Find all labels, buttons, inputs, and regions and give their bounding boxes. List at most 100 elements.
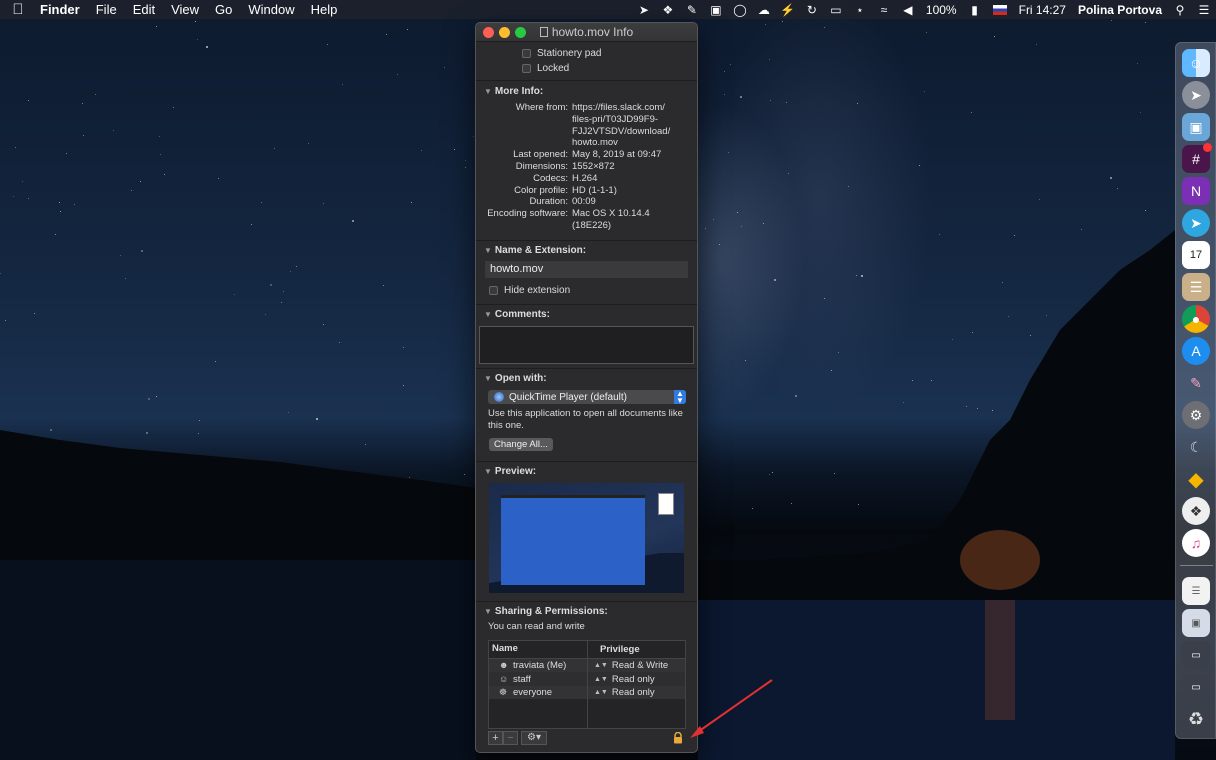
duration-row: Duration: 00:09: [529, 196, 596, 208]
lock-icon[interactable]: [672, 732, 684, 744]
table-row[interactable]: ☸ everyone ▲▼ Read only: [489, 685, 685, 700]
menu-edit[interactable]: Edit: [125, 2, 163, 17]
sketch-icon[interactable]: ◆: [1182, 465, 1210, 493]
add-user-button[interactable]: +: [488, 731, 503, 745]
menu-file[interactable]: File: [88, 2, 125, 17]
finder-icon[interactable]: ☺: [1182, 49, 1210, 77]
menu-help[interactable]: Help: [303, 2, 346, 17]
bluetooth-icon[interactable]: ⋆: [848, 3, 872, 17]
chrome-icon[interactable]: ●: [1182, 305, 1210, 333]
photos-thumbnail-icon[interactable]: ▣: [1182, 609, 1210, 637]
time-machine-icon[interactable]: ↻: [800, 3, 824, 17]
megaphone-icon[interactable]: ☁: [752, 3, 776, 17]
updown-icon[interactable]: ▲▼: [594, 662, 608, 669]
open-with-popup[interactable]: QuickTime Player (default) ▲ ▼: [488, 390, 686, 405]
comments-header[interactable]: ▼ Comments:: [476, 306, 697, 323]
minimize-button[interactable]: [499, 26, 510, 38]
sharing-header[interactable]: ▼ Sharing & Permissions:: [476, 603, 697, 620]
stationery-pad-row[interactable]: Stationery pad: [476, 46, 697, 61]
column-privilege-header[interactable]: Privilege: [588, 644, 640, 655]
magic-icon[interactable]: ⚡: [776, 3, 800, 17]
spotlight-search-icon[interactable]: ⚲: [1168, 3, 1192, 17]
notes-icon[interactable]: ☰: [1182, 273, 1210, 301]
star: [4, 528, 5, 529]
apple-icon[interactable]: : [0, 1, 36, 18]
disclosure-triangle-icon[interactable]: ▼: [484, 374, 492, 383]
trash-icon[interactable]: ♻: [1182, 705, 1210, 733]
airplay-icon[interactable]: ▭: [824, 3, 848, 17]
app-store-icon[interactable]: A: [1182, 337, 1210, 365]
everyone-icon: ☸: [499, 687, 508, 698]
disclosure-triangle-icon[interactable]: ▼: [484, 467, 492, 476]
disclosure-triangle-icon[interactable]: ▼: [484, 87, 492, 96]
calendar-icon[interactable]: 17: [1182, 241, 1210, 269]
star: [791, 503, 792, 504]
pen-icon[interactable]: ✎: [680, 3, 704, 17]
locked-row[interactable]: Locked: [476, 61, 697, 76]
open-with-header[interactable]: ▼ Open with:: [476, 370, 697, 387]
comments-textarea[interactable]: [479, 326, 694, 364]
telegram-icon[interactable]: ➤: [1182, 209, 1210, 237]
stationery-pad-checkbox[interactable]: [522, 49, 531, 58]
clock[interactable]: Fri 14:27: [1013, 3, 1072, 17]
hide-extension-checkbox[interactable]: [489, 286, 498, 295]
table-row[interactable]: ☻ traviata (Me) ▲▼ Read & Write: [489, 658, 685, 673]
star: [769, 59, 770, 60]
menu-go[interactable]: Go: [207, 2, 240, 17]
disclosure-triangle-icon[interactable]: ▼: [484, 607, 492, 616]
activity-icon[interactable]: ☾: [1182, 433, 1210, 461]
locked-checkbox[interactable]: [522, 64, 531, 73]
onenote-icon[interactable]: N: [1182, 177, 1210, 205]
menu-view[interactable]: View: [163, 2, 207, 17]
brush-icon[interactable]: ✎: [1182, 369, 1210, 397]
gear-icon[interactable]: ⚙▾: [521, 731, 547, 745]
slack-icon[interactable]: #: [1182, 143, 1212, 173]
table-row[interactable]: ☺ staff ▲▼ Read only: [489, 672, 685, 686]
window-titlebar[interactable]: howto.mov Info: [476, 23, 697, 42]
volume-icon[interactable]: ◀: [896, 3, 920, 17]
hide-extension-row[interactable]: Hide extension: [476, 283, 697, 298]
star: [83, 135, 84, 136]
star: [312, 517, 313, 518]
zoom-button[interactable]: [515, 26, 526, 38]
window-thumbnail-icon[interactable]: ▭: [1182, 673, 1210, 701]
more-info-header[interactable]: ▼ More Info:: [476, 83, 697, 100]
column-name-header[interactable]: Name: [489, 640, 588, 659]
star: [856, 275, 857, 276]
input-source-flag-icon[interactable]: [992, 4, 1007, 15]
star: [125, 278, 126, 279]
battery-percentage[interactable]: 100%: [920, 3, 963, 17]
preview-app-icon[interactable]: ▣: [1182, 113, 1210, 141]
remove-user-button[interactable]: −: [503, 731, 518, 745]
star: [22, 181, 23, 182]
updown-icon[interactable]: ▲▼: [594, 689, 608, 696]
name-extension-header[interactable]: ▼ Name & Extension:: [476, 242, 697, 259]
disclosure-triangle-icon[interactable]: ▼: [484, 310, 492, 319]
itunes-icon[interactable]: ♫: [1182, 529, 1210, 557]
navigation-icon[interactable]: ➤: [632, 3, 656, 17]
menu-app-finder[interactable]: Finder: [36, 2, 88, 17]
star: [770, 100, 771, 101]
folder-icon[interactable]: ▣: [704, 3, 728, 17]
menu-window[interactable]: Window: [240, 2, 302, 17]
filename-field[interactable]: howto.mov: [485, 261, 688, 278]
system-preferences-icon[interactable]: ⚙: [1182, 401, 1210, 429]
wifi-icon[interactable]: ≈: [872, 3, 896, 17]
star: [724, 71, 725, 72]
user-name[interactable]: Polina Portova: [1072, 3, 1168, 17]
window-thumbnail-icon[interactable]: ▭: [1182, 641, 1210, 669]
notification-center-icon[interactable]: ☰: [1192, 3, 1216, 17]
chat-icon[interactable]: ◯: [728, 3, 752, 17]
dropbox-app-icon[interactable]: ❖: [1182, 497, 1210, 525]
change-all-button[interactable]: Change All...: [489, 437, 553, 451]
star: [156, 396, 157, 397]
close-button[interactable]: [483, 26, 494, 38]
launchpad-icon[interactable]: ➤: [1182, 81, 1210, 109]
preview-header[interactable]: ▼ Preview:: [476, 463, 697, 480]
dropbox-icon[interactable]: ❖: [656, 3, 680, 17]
updown-icon[interactable]: ▲▼: [594, 676, 608, 683]
star: [740, 96, 742, 98]
document-thumbnail-icon[interactable]: ☰: [1182, 577, 1210, 605]
disclosure-triangle-icon[interactable]: ▼: [484, 246, 492, 255]
battery-icon[interactable]: ▮: [963, 3, 987, 17]
